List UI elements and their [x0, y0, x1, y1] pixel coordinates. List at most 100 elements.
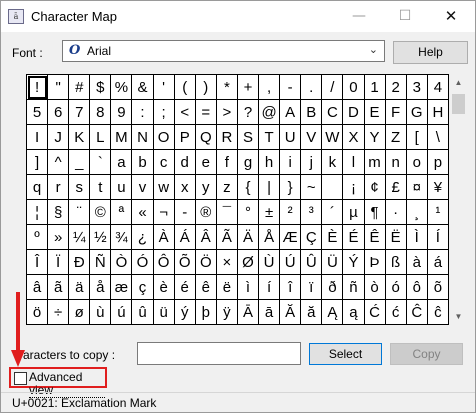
char-cell[interactable]: 1 — [363, 74, 386, 100]
char-cell[interactable]: ā — [258, 299, 281, 325]
char-cell[interactable]: z — [215, 174, 238, 200]
char-cell[interactable]: » — [47, 224, 70, 250]
char-cell[interactable]: W — [321, 124, 344, 150]
help-button[interactable]: Help — [393, 41, 468, 64]
char-cell[interactable]: } — [279, 174, 302, 200]
char-cell[interactable]: r — [47, 174, 70, 200]
char-cell[interactable]: é — [173, 274, 196, 300]
char-cell[interactable]: - — [173, 199, 196, 225]
char-cell[interactable]: S — [236, 124, 260, 150]
char-cell[interactable]: Ì — [405, 224, 428, 250]
char-cell[interactable]: ² — [279, 199, 302, 225]
char-cell[interactable]: Æ — [279, 224, 302, 250]
char-cell[interactable]: ĉ — [426, 299, 450, 325]
font-dropdown[interactable]: O Arial ⌄ — [62, 40, 385, 62]
char-cell[interactable]: % — [110, 74, 133, 100]
close-button[interactable]: ✕ — [428, 1, 474, 32]
char-cell[interactable]: = — [194, 99, 217, 125]
advanced-view-checkbox[interactable] — [14, 372, 27, 385]
char-cell[interactable]: @ — [258, 99, 281, 125]
char-cell[interactable]: _ — [68, 149, 91, 175]
char-cell[interactable]: ª — [110, 199, 133, 225]
char-cell[interactable]: ë — [215, 274, 238, 300]
char-cell[interactable]: x — [173, 174, 196, 200]
advanced-view-highlight[interactable]: Advanced view — [9, 367, 107, 398]
char-cell[interactable]: ¶ — [363, 199, 386, 225]
char-cell[interactable]: 3 — [405, 74, 428, 100]
char-cell[interactable]: Ý — [342, 249, 365, 275]
char-cell[interactable]: w — [152, 174, 175, 200]
char-cell[interactable]: ~ — [300, 174, 323, 200]
char-cell[interactable]: Ù — [258, 249, 281, 275]
char-cell[interactable]: O — [152, 124, 175, 150]
char-cell[interactable]: o — [405, 149, 428, 175]
char-cell[interactable]: ó — [384, 274, 407, 300]
char-cell[interactable]: N — [131, 124, 154, 150]
scroll-down-arrow-icon[interactable]: ▼ — [450, 308, 467, 325]
char-cell[interactable]: Ü — [321, 249, 344, 275]
char-cell[interactable]: \ — [426, 124, 450, 150]
char-cell[interactable]: ´ — [321, 199, 344, 225]
char-cell[interactable]: A — [279, 99, 302, 125]
char-cell[interactable]: ä — [68, 274, 91, 300]
char-cell[interactable]: ¼ — [68, 224, 91, 250]
scroll-up-arrow-icon[interactable]: ▲ — [450, 74, 467, 91]
char-cell[interactable]: e — [194, 149, 217, 175]
char-cell[interactable]: j — [300, 149, 323, 175]
char-cell[interactable]: [ — [405, 124, 428, 150]
char-cell[interactable]: h — [258, 149, 281, 175]
char-cell[interactable]: - — [279, 74, 302, 100]
char-cell[interactable]: T — [258, 124, 281, 150]
char-cell[interactable]: ê — [194, 274, 217, 300]
char-cell[interactable]: Ó — [131, 249, 154, 275]
char-cell[interactable]: ¨ — [68, 199, 91, 225]
char-cell[interactable]: F — [384, 99, 407, 125]
char-cell[interactable]: Ą — [321, 299, 344, 325]
char-cell[interactable]: ù — [89, 299, 112, 325]
char-cell[interactable]: d — [173, 149, 196, 175]
char-cell[interactable]: û — [131, 299, 154, 325]
char-cell[interactable]: ć — [384, 299, 407, 325]
char-cell[interactable]: è — [152, 274, 175, 300]
char-cell[interactable]: n — [384, 149, 407, 175]
char-cell[interactable]: ½ — [89, 224, 112, 250]
char-cell[interactable]: J — [47, 124, 70, 150]
char-cell[interactable]: Â — [194, 224, 217, 250]
char-cell[interactable]: * — [215, 74, 238, 100]
char-cell[interactable]: Ô — [152, 249, 175, 275]
char-cell[interactable]: · — [384, 199, 407, 225]
char-cell[interactable]: å — [89, 274, 112, 300]
char-cell[interactable]: à — [405, 249, 428, 275]
char-cell[interactable]: Ï — [47, 249, 70, 275]
char-cell[interactable]: s — [68, 174, 91, 200]
char-cell[interactable]: æ — [110, 274, 133, 300]
char-cell[interactable]: C — [321, 99, 344, 125]
char-cell[interactable]: H — [426, 99, 450, 125]
char-cell[interactable]: Ö — [194, 249, 217, 275]
char-cell[interactable]: § — [47, 199, 70, 225]
char-cell[interactable]: £ — [384, 174, 407, 200]
char-cell[interactable]: $ — [89, 74, 112, 100]
char-cell[interactable]: Ê — [363, 224, 386, 250]
char-cell[interactable]: º — [25, 224, 49, 250]
char-cell[interactable] — [321, 174, 344, 200]
char-cell[interactable]: ¸ — [405, 199, 428, 225]
char-cell[interactable]: õ — [426, 274, 450, 300]
char-cell[interactable]: ą — [342, 299, 365, 325]
char-cell[interactable]: Ë — [384, 224, 407, 250]
char-cell[interactable]: ç — [131, 274, 154, 300]
char-cell[interactable]: ¯ — [215, 199, 238, 225]
characters-to-copy-input[interactable] — [137, 342, 301, 365]
char-cell[interactable]: g — [236, 149, 260, 175]
char-cell[interactable]: ¿ — [131, 224, 154, 250]
minimize-button[interactable]: — — [336, 1, 382, 32]
char-cell[interactable]: " — [47, 74, 70, 100]
char-cell[interactable]: 9 — [110, 99, 133, 125]
char-cell[interactable]: Á — [173, 224, 196, 250]
char-cell[interactable]: « — [131, 199, 154, 225]
char-cell[interactable]: l — [342, 149, 365, 175]
char-cell[interactable]: Y — [363, 124, 386, 150]
char-cell[interactable]: ¬ — [152, 199, 175, 225]
char-cell[interactable]: Ú — [279, 249, 302, 275]
char-cell[interactable]: â — [25, 274, 49, 300]
